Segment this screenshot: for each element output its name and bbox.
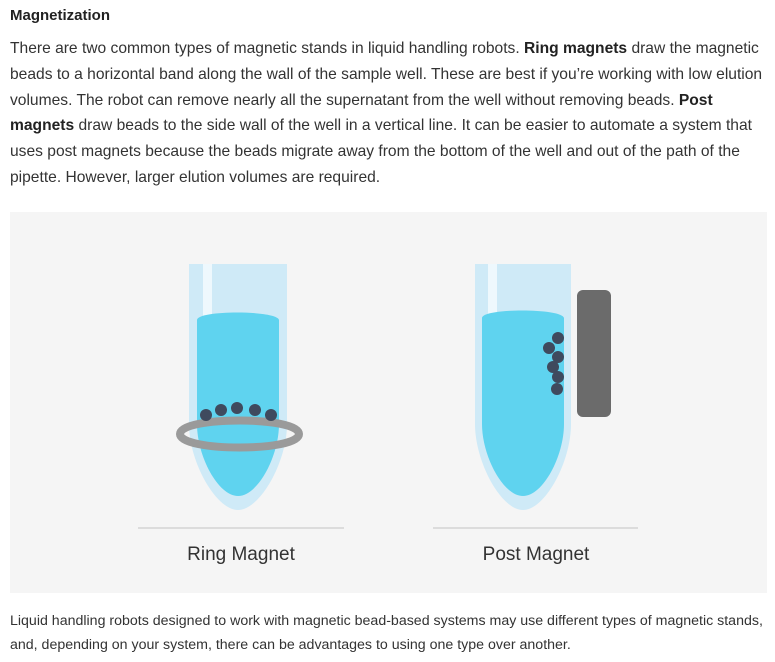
post-liquid-icon bbox=[482, 310, 564, 496]
intro-text-3: draw beads to the side wall of the well … bbox=[10, 117, 752, 186]
ring-magnet-label: Ring Magnet bbox=[187, 544, 295, 565]
bead bbox=[249, 404, 261, 416]
post-magnet-icon bbox=[577, 290, 611, 417]
magnet-types-figure: Ring Magnet Post Magnet bbox=[10, 212, 767, 593]
post-magnet-label: Post Magnet bbox=[482, 544, 590, 565]
ring-magnets-term: Ring magnets bbox=[524, 40, 628, 57]
bead bbox=[552, 332, 564, 344]
bead bbox=[543, 342, 555, 354]
section-heading: Magnetization bbox=[10, 7, 110, 24]
bead bbox=[265, 409, 277, 421]
magnet-illustration bbox=[138, 264, 638, 529]
bead bbox=[215, 404, 227, 416]
ring-magnet-diagram bbox=[138, 264, 344, 529]
intro-paragraph: There are two common types of magnetic s… bbox=[10, 36, 768, 191]
intro-text-1: There are two common types of magnetic s… bbox=[10, 40, 524, 57]
bead bbox=[200, 409, 212, 421]
post-magnet-diagram bbox=[433, 264, 638, 529]
bead bbox=[231, 402, 243, 414]
figure-caption: Liquid handling robots designed to work … bbox=[10, 613, 763, 653]
bead bbox=[551, 383, 563, 395]
bead bbox=[552, 371, 564, 383]
